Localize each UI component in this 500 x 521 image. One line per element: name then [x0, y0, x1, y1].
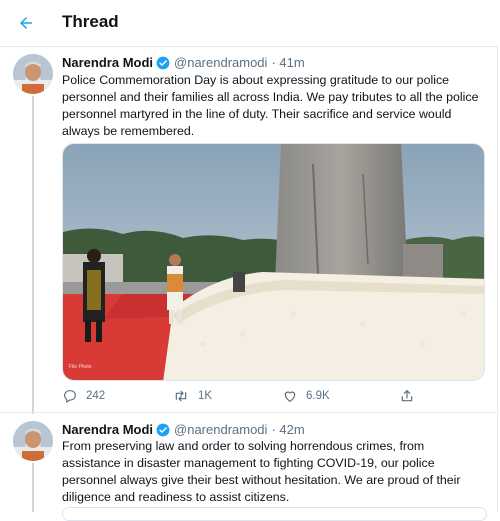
tweet-text: From preserving law and order to solving…: [62, 439, 461, 504]
heart-icon: [284, 391, 296, 402]
tweet-text: Police Commemoration Day is about expres…: [62, 73, 479, 138]
share-button[interactable]: [399, 388, 423, 404]
tweet-media-preview[interactable]: [62, 507, 487, 521]
retweet-icon: [175, 390, 187, 402]
retweet-count: 1K: [198, 390, 213, 402]
page-title: Thread: [62, 12, 119, 31]
verified-badge-icon: [156, 56, 170, 70]
author-handle[interactable]: @narendramodi: [174, 422, 267, 437]
tweet-timestamp[interactable]: · 41m: [271, 55, 304, 70]
avatar[interactable]: [13, 54, 53, 94]
thread-panel: Thread Narendra Modi @narendramodi · 41m…: [0, 0, 498, 521]
share-icon: [401, 390, 413, 402]
tweet-photo[interactable]: File Photo: [62, 143, 485, 381]
like-count: 6.9K: [306, 390, 330, 402]
thread-connector-line: [32, 96, 34, 414]
author-name[interactable]: Narendra Modi: [62, 55, 153, 70]
tweet-header: Narendra Modi @narendramodi · 42m: [62, 422, 305, 437]
photo-credit: File Photo: [69, 364, 92, 370]
back-button[interactable]: [13, 10, 39, 36]
tweet-header: Narendra Modi @narendramodi · 41m: [62, 55, 305, 70]
verified-badge-icon: [156, 423, 170, 437]
retweet-button[interactable]: 1K: [172, 388, 212, 404]
tweet-actions: 242 1K 6.9K: [62, 388, 482, 408]
author-handle[interactable]: @narendramodi: [174, 55, 267, 70]
avatar[interactable]: [13, 421, 53, 461]
reply-icon: [64, 390, 76, 403]
tweet-timestamp[interactable]: · 42m: [271, 422, 304, 437]
reply-count: 242: [86, 390, 106, 402]
thread-header: Thread: [0, 0, 498, 47]
reply-button[interactable]: 242: [62, 388, 105, 404]
like-button[interactable]: 6.9K: [282, 388, 330, 404]
tweet-divider: [0, 412, 498, 413]
thread-connector-line: [32, 463, 34, 512]
arrow-left-icon: [20, 17, 32, 29]
author-name[interactable]: Narendra Modi: [62, 422, 153, 437]
